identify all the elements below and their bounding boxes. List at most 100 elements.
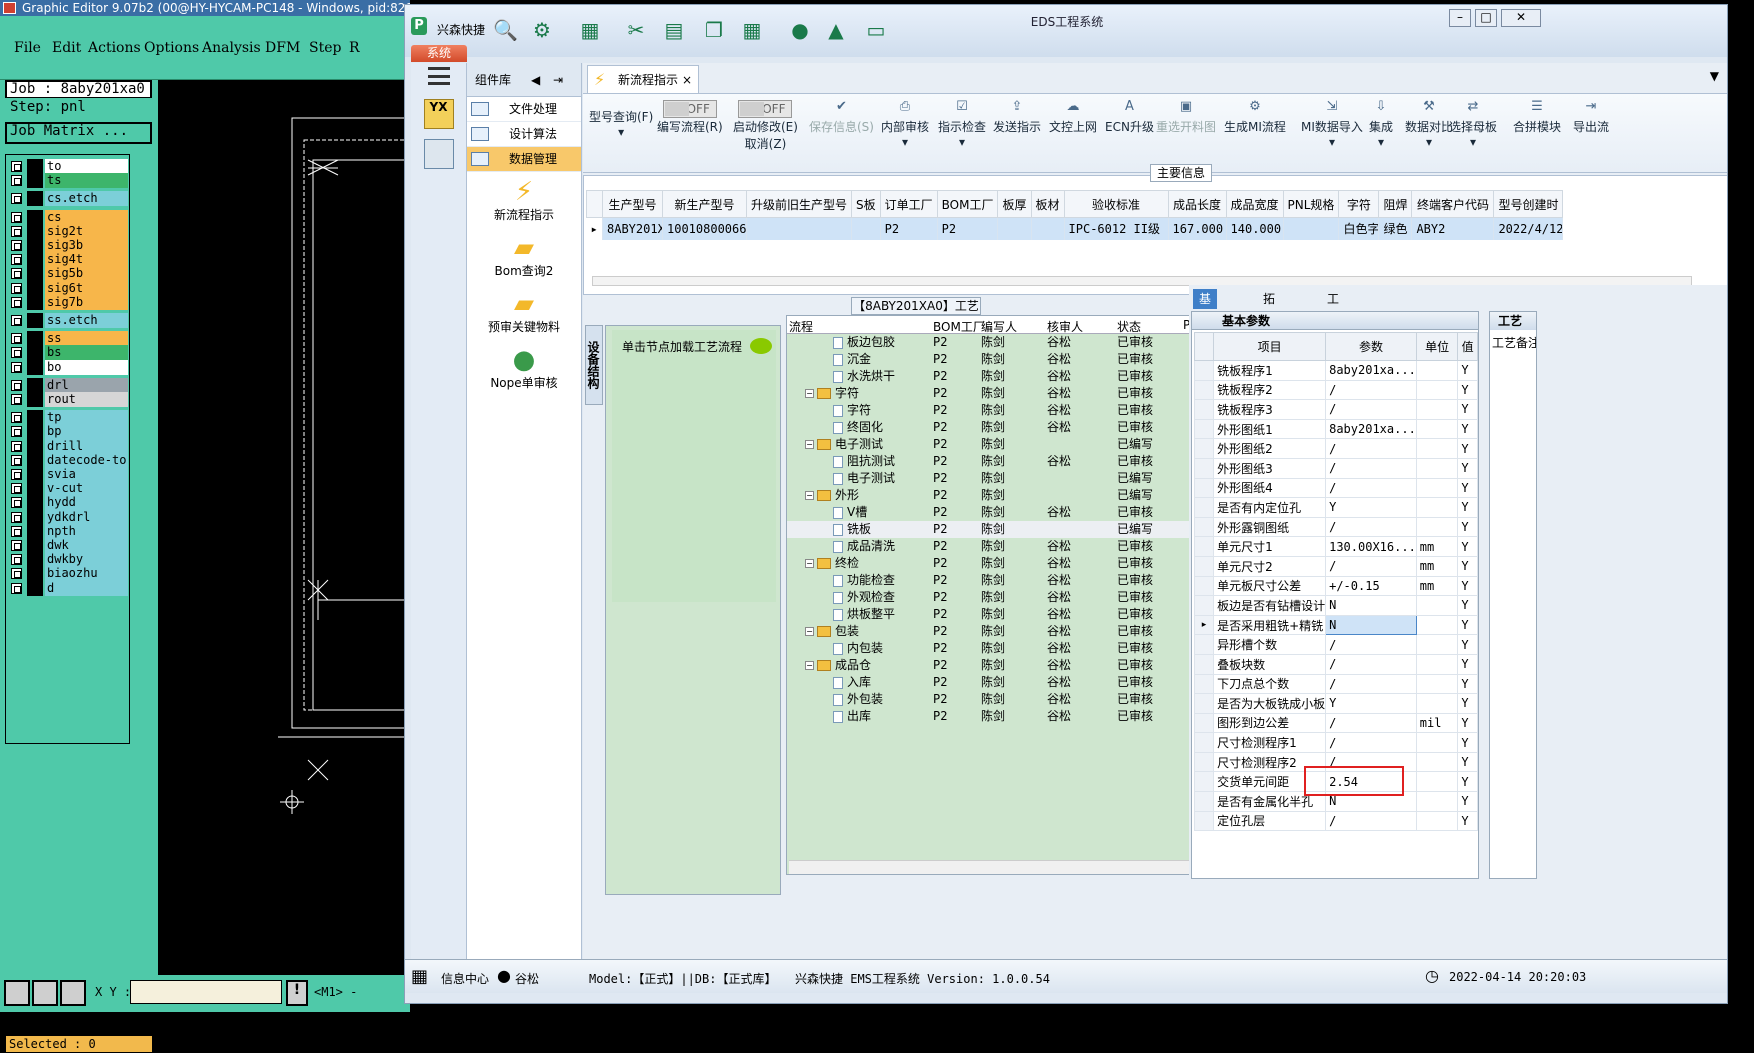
grid-cell[interactable]: P2	[880, 217, 938, 240]
layer-checkbox[interactable]	[11, 361, 22, 373]
param-value[interactable]: 8aby201xa...	[1325, 418, 1417, 440]
layer-checkbox[interactable]	[11, 568, 22, 580]
horizontal-scrollbar[interactable]	[789, 860, 1219, 874]
layer-name[interactable]: cs	[45, 209, 128, 225]
grid-col-header[interactable]: 字符	[1338, 190, 1380, 218]
param-row[interactable]: ▸ 是否采用粗铣+精铣 N Y	[1193, 614, 1478, 636]
grid-col-header[interactable]: 验收标准	[1063, 190, 1169, 218]
layer-checkbox[interactable]	[11, 469, 22, 480]
layer-checkbox[interactable]	[11, 296, 22, 308]
flow-tree-row[interactable]: 烘板整平 P2 陈剑 谷松 已审核	[787, 606, 1227, 623]
param-value[interactable]: /	[1325, 810, 1417, 832]
layer-checkbox[interactable]	[11, 175, 22, 187]
col-status[interactable]: 状态	[1117, 318, 1141, 335]
info-button[interactable]: !	[286, 980, 308, 1006]
pre-review-material-item[interactable]: ▰ 预审关键物料	[467, 284, 581, 340]
gen-mi-button[interactable]: ⚙ 生成MI流程	[1224, 100, 1286, 135]
flow-tree-row[interactable]: 出库 P2 陈剑 谷松 已审核	[787, 708, 1227, 725]
grid-cell[interactable]: P2	[937, 217, 999, 240]
param-row[interactable]: 外形图纸2/ Y	[1193, 438, 1478, 459]
param-row[interactable]: 是否有内定位孔 Y Y	[1193, 497, 1478, 518]
layer-name[interactable]: bo	[45, 359, 128, 375]
param-row[interactable]: 外形图纸4/ Y	[1193, 477, 1478, 499]
internal-review-button[interactable]: ⎙ 内部审核 ▾	[881, 100, 929, 150]
tab-dropdown-icon[interactable]: ▼	[1710, 69, 1719, 83]
param-value[interactable]: 8aby201xa...	[1325, 360, 1417, 381]
indicate-check-button[interactable]: ☑ 指示检查 ▾	[938, 100, 986, 150]
write-flow-toggle[interactable]: OFF 编写流程(R)	[657, 100, 723, 135]
layer-name[interactable]: sig4t	[45, 252, 128, 268]
param-row[interactable]: 外形图纸3/ Y	[1193, 457, 1478, 479]
layer-row[interactable]: npth	[9, 523, 130, 539]
param-row[interactable]: 定位孔层 / Y	[1193, 810, 1478, 832]
layer-checkbox[interactable]	[11, 554, 22, 566]
layer-row[interactable]: ss.etch	[9, 313, 130, 328]
calculator-icon[interactable]	[423, 139, 454, 169]
layer-name[interactable]: d	[45, 580, 128, 596]
menu-file[interactable]: File	[14, 40, 41, 56]
grid-cell[interactable]	[997, 217, 1032, 240]
param-row[interactable]: 异形槽个数 / Y	[1193, 634, 1478, 655]
param-row[interactable]: 叠板块数 / Y	[1193, 653, 1478, 675]
layer-name[interactable]: datecode-to	[45, 452, 128, 468]
param-value[interactable]: /	[1325, 673, 1417, 695]
grid-cell[interactable]: 10010800066457	[662, 217, 747, 240]
layer-row[interactable]: dwk	[9, 538, 130, 553]
grid-tool-button[interactable]	[60, 980, 86, 1006]
grid-cell[interactable]: 2022/4/12	[1493, 217, 1564, 240]
mi-import-button[interactable]: ⇲ MI数据导入 ▾	[1301, 100, 1363, 150]
layer-checkbox[interactable]	[11, 426, 22, 438]
grid-cell[interactable]: 8ABY201XA0	[602, 217, 663, 240]
layer-row[interactable]: sig4t	[9, 252, 130, 268]
flow-tree-row[interactable]: V槽 P2 陈剑 谷松 已审核	[787, 504, 1227, 521]
layer-checkbox[interactable]	[11, 315, 22, 326]
comp-design-algorithm[interactable]: 设计算法	[467, 122, 581, 147]
layer-row[interactable]: hydd	[9, 495, 130, 511]
menu-more[interactable]: R	[349, 40, 360, 56]
cancel-label[interactable]: 取消(Z)	[745, 137, 787, 151]
integrate-button[interactable]: ⇩ 集成 ▾	[1369, 100, 1393, 150]
grid-col-header[interactable]: 成品宽度	[1225, 190, 1284, 218]
param-row[interactable]: 尺寸检测程序1/ Y	[1193, 732, 1478, 753]
grid-col-header[interactable]: S板	[851, 190, 881, 218]
layer-row[interactable]: sig6t	[9, 280, 130, 296]
col-unit[interactable]: 单位	[1415, 332, 1459, 361]
layer-name[interactable]: ss	[45, 331, 128, 347]
merge-module-button[interactable]: ☰ 合拼模块	[1513, 100, 1561, 135]
param-value[interactable]: N	[1325, 614, 1417, 636]
layer-row[interactable]: tp	[9, 410, 130, 426]
layer-row[interactable]: sig3b	[9, 238, 130, 253]
grid-col-header[interactable]: 升级前旧生产型号	[745, 190, 853, 218]
layer-name[interactable]: npth	[45, 523, 128, 539]
flow-tree-row[interactable]: − 包装 P2 陈剑 谷松 已审核	[787, 623, 1227, 640]
start-modify-toggle[interactable]: OFF 启动修改(E) 取消(Z)	[733, 100, 798, 152]
system-tab[interactable]: 系统	[411, 45, 467, 62]
grid-col-header[interactable]: 型号创建时	[1493, 190, 1564, 218]
data-compare-button[interactable]: ⚒ 数据对比 ▾	[1405, 100, 1453, 150]
param-value[interactable]: 130.00X16...	[1325, 536, 1417, 557]
select-mother-button[interactable]: ⇄ 选择母板 ▾	[1449, 100, 1497, 150]
layer-checkbox[interactable]	[11, 282, 22, 294]
menu-analysis[interactable]: Analysis	[202, 40, 261, 56]
param-value[interactable]: /	[1325, 477, 1417, 499]
layer-checkbox[interactable]	[11, 333, 22, 345]
layer-checkbox[interactable]	[11, 161, 22, 172]
grid-cell[interactable]: 绿色	[1378, 217, 1413, 240]
col-flow[interactable]: 流程	[789, 318, 813, 335]
collapse-icon[interactable]: −	[805, 440, 814, 449]
layer-checkbox[interactable]	[11, 454, 22, 466]
layer-name[interactable]: tp	[45, 410, 128, 426]
flow-tree-row[interactable]: 沉金 P2 陈剑 谷松 已审核	[787, 351, 1227, 368]
layer-name[interactable]: sig3b	[45, 238, 128, 253]
param-value[interactable]: /	[1325, 379, 1417, 401]
col-item[interactable]: 项目	[1213, 332, 1327, 361]
param-row[interactable]: 下刀点总个数 / Y	[1193, 673, 1478, 695]
close-tab-icon[interactable]: ×	[682, 66, 692, 94]
layer-checkbox[interactable]	[11, 268, 22, 280]
tab-new-flow-indicate[interactable]: ⚡ 新流程指示 ×	[587, 65, 699, 93]
flow-tree-row[interactable]: 外包装 P2 陈剑 谷松 已审核	[787, 691, 1227, 708]
collapse-icon[interactable]: −	[805, 389, 814, 398]
layer-row[interactable]: bs	[9, 345, 130, 361]
param-row[interactable]: 单元板尺寸公差 +/-0.15 mm Y	[1193, 575, 1478, 597]
collapse-icon[interactable]: −	[805, 661, 814, 670]
